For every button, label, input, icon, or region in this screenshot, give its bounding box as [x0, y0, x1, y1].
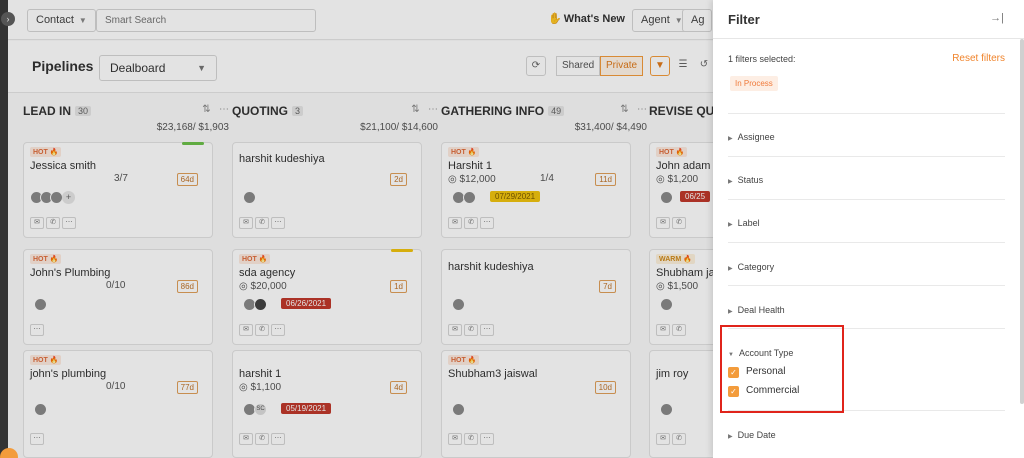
section-title: Label: [737, 218, 760, 228]
section-title: Due Date: [737, 430, 776, 440]
section-title: Category: [737, 262, 775, 272]
section-title: Status: [737, 175, 764, 185]
modal-backdrop[interactable]: [0, 0, 713, 458]
caret-right-icon: ▶: [728, 179, 733, 185]
highlight-box: [720, 325, 844, 413]
section-label: ▶ Category: [728, 262, 774, 272]
section-label: ▶ Status: [728, 175, 763, 185]
section-label: ▶ Label: [728, 218, 760, 228]
filter-panel-header: Filter →|: [713, 0, 1024, 39]
reset-filters-link[interactable]: Reset filters: [952, 53, 1005, 64]
filter-section-assignee[interactable]: ▶ Assignee: [728, 113, 1005, 157]
caret-right-icon: ▶: [728, 266, 733, 272]
filter-section-status[interactable]: ▶ Status: [728, 156, 1005, 200]
active-filter-tag[interactable]: In Process: [730, 76, 778, 91]
filter-section-deal-health[interactable]: ▶ Deal Health: [728, 285, 1005, 329]
expand-rail-icon[interactable]: ›: [1, 12, 15, 26]
section-title: Assignee: [737, 132, 775, 142]
collapse-panel-icon[interactable]: →|: [990, 12, 1004, 24]
caret-right-icon: ▶: [728, 434, 733, 440]
filter-section-label[interactable]: ▶ Label: [728, 199, 1005, 243]
caret-right-icon: ▶: [728, 222, 733, 228]
filter-title: Filter: [728, 12, 760, 27]
section-label: ▶ Due Date: [728, 430, 776, 440]
section-label: ▶ Assignee: [728, 132, 775, 142]
section-title: Deal Health: [737, 305, 785, 315]
section-label: ▶ Deal Health: [728, 305, 785, 315]
caret-right-icon: ▶: [728, 136, 733, 142]
filter-section-due-date[interactable]: ▶ Due Date: [728, 410, 1005, 458]
filter-section-category[interactable]: ▶ Category: [728, 242, 1005, 286]
caret-right-icon: ▶: [728, 309, 733, 315]
filters-selected-count: 1 filters selected:: [728, 54, 796, 64]
panel-scrollbar[interactable]: [1020, 39, 1024, 404]
